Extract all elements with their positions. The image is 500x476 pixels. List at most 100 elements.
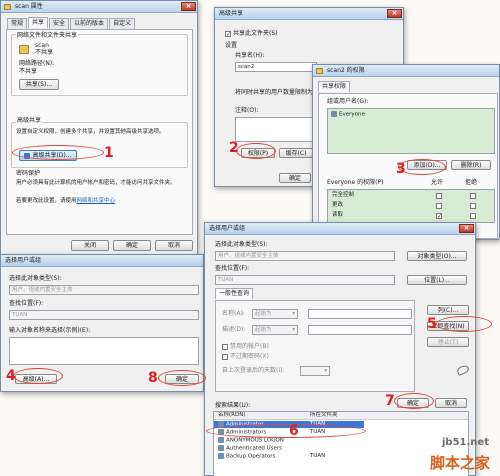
name-condition-select[interactable]: 起始为 ▾ bbox=[252, 309, 298, 319]
perm-row-name: 完全控制 bbox=[332, 192, 355, 198]
select-users-titlebar[interactable]: 选择用户或组 bbox=[1, 255, 203, 267]
allow-checkbox[interactable] bbox=[436, 203, 442, 209]
name-condition-value: 起始为 bbox=[255, 311, 272, 317]
share-name-label: 共享名(H): bbox=[235, 52, 265, 59]
item-status: 不共享 bbox=[35, 49, 54, 56]
step-4-number: 4 bbox=[6, 368, 16, 384]
comment-field[interactable] bbox=[235, 117, 317, 142]
deny-checkbox[interactable] bbox=[470, 213, 476, 219]
allow-header: 允许 bbox=[431, 179, 444, 186]
note-prefix: 若要更改此设置，请使用 bbox=[16, 198, 77, 204]
permissions-titlebar[interactable]: scan2 的权限 bbox=[313, 65, 499, 77]
settings-heading: 设置 bbox=[225, 42, 238, 49]
days-since-logon-select[interactable]: ▾ bbox=[300, 366, 330, 376]
table-row[interactable]: Authenticated Users bbox=[218, 445, 282, 453]
properties-window: scan 属性 × 常规 共享 安全 以前的版本 自定义 网络文件和文件夹共享 … bbox=[0, 0, 198, 258]
share-button[interactable]: 共享(S)... bbox=[19, 79, 59, 90]
non-expiring-password-checkbox[interactable]: 不过期密码(X) bbox=[222, 353, 269, 361]
advanced-select-title: 选择用户或组 bbox=[209, 225, 246, 232]
results-header bbox=[214, 412, 468, 420]
object-type-field: 用户、组或内置安全主体 bbox=[9, 285, 199, 295]
step-2-number: 2 bbox=[229, 140, 239, 156]
group-user-label: 组或用户名(G): bbox=[327, 98, 369, 105]
close-icon[interactable]: × bbox=[387, 9, 402, 18]
share-name-field[interactable]: scan2 bbox=[235, 62, 317, 72]
step-2-highlight bbox=[236, 143, 276, 159]
group-icon bbox=[218, 437, 224, 443]
tab-customize[interactable]: 自定义 bbox=[109, 18, 136, 29]
column-name-header[interactable]: 名称(RDN) bbox=[218, 412, 245, 419]
tab-share-permissions[interactable]: 共享权限 bbox=[318, 81, 351, 92]
table-row[interactable]: Backup Operators bbox=[218, 453, 275, 461]
name-query-input[interactable] bbox=[308, 309, 412, 319]
adv-location-label: 查找位置(F): bbox=[215, 265, 250, 272]
tab-general[interactable]: 常规 bbox=[7, 18, 28, 29]
permission-table: 完全控制 更改 读取 ✓ bbox=[327, 189, 495, 223]
description-condition-select[interactable]: 起始为 ▾ bbox=[252, 325, 298, 335]
name-label: 名称(A): bbox=[222, 310, 245, 317]
step-3-number: 3 bbox=[396, 161, 406, 177]
advanced-share-heading: 高级共享 bbox=[16, 117, 43, 125]
allow-checkbox[interactable] bbox=[436, 193, 442, 199]
password-protection-heading: 密码保护 bbox=[16, 170, 41, 177]
group-icon bbox=[218, 445, 224, 451]
close-icon[interactable]: × bbox=[181, 2, 196, 11]
cache-button[interactable]: 缓存(C) bbox=[279, 148, 313, 158]
tab-common-queries[interactable]: 一般性查询 bbox=[215, 288, 254, 299]
tab-security[interactable]: 安全 bbox=[49, 18, 70, 29]
deny-checkbox[interactable] bbox=[470, 203, 476, 209]
confirm-button[interactable]: 确定 bbox=[113, 240, 151, 251]
folder-icon bbox=[316, 68, 323, 74]
stop-button[interactable]: 停止(T) bbox=[427, 337, 469, 347]
table-row[interactable]: ANONYMOUS LOGON bbox=[218, 437, 284, 445]
tab-previous-versions[interactable]: 以前的版本 bbox=[70, 18, 109, 29]
query-icon bbox=[455, 364, 471, 376]
description-query-input[interactable] bbox=[308, 325, 412, 335]
names-input[interactable] bbox=[9, 337, 199, 365]
network-path-label: 网络路径(N): bbox=[19, 60, 55, 67]
object-types-button[interactable]: 对象类型(O)... bbox=[407, 251, 467, 261]
step-6-highlight bbox=[206, 424, 366, 438]
query-panel: 名称(A): 起始为 ▾ 描述(D): 起始为 ▾ 禁用的帐户(B) 不过期密码(X… bbox=[215, 300, 415, 392]
cancel-button[interactable]: 取消 bbox=[155, 240, 193, 251]
close-icon[interactable]: × bbox=[459, 224, 474, 233]
search-results-label: 搜索结果(U): bbox=[215, 402, 251, 409]
advanced-share-titlebar[interactable]: 高级共享 bbox=[215, 8, 403, 20]
permissions-window: scan2 的权限 共享权限 组或用户名(G): Everyone 添加(D).… bbox=[312, 64, 500, 240]
watermark-brand: 脚本之家 bbox=[430, 454, 491, 472]
network-share-heading: 网络文件和文件夹共享 bbox=[16, 32, 79, 40]
advanced-ok-button[interactable]: 确定 bbox=[279, 173, 311, 183]
password-protection-note: 若要更改此设置，请使用网络和共享中心 bbox=[16, 197, 115, 205]
group-user-list[interactable]: Everyone bbox=[327, 108, 495, 154]
adv-location-field: TUAN bbox=[215, 275, 395, 285]
columns-button[interactable]: 列(C)... bbox=[427, 305, 469, 315]
disabled-accounts-checkbox[interactable]: 禁用的帐户(B) bbox=[222, 343, 269, 351]
days-since-logon-label: 自上次登录后的天数(I): bbox=[222, 367, 285, 374]
network-center-link[interactable]: 网络和共享中心 bbox=[77, 198, 116, 204]
checkbox-icon bbox=[222, 353, 228, 360]
step-7-number: 7 bbox=[385, 393, 395, 409]
network-path-value: 不共享 bbox=[19, 68, 38, 75]
step-7-highlight bbox=[394, 393, 434, 409]
close-button[interactable]: 关闭 bbox=[71, 240, 109, 251]
adv-object-type-field: 用户、组或内置安全主体 bbox=[215, 251, 395, 261]
deny-checkbox[interactable] bbox=[470, 193, 476, 199]
allow-checkbox[interactable]: ✓ bbox=[436, 213, 442, 220]
advanced-select-titlebar[interactable]: 选择用户或组 bbox=[205, 223, 475, 235]
location-field: TUAN bbox=[9, 310, 199, 320]
sharing-panel: 网络文件和文件夹共享 scan 不共享 网络路径(N): 不共享 共享(S)..… bbox=[6, 29, 193, 235]
properties-titlebar[interactable]: scan 属性 bbox=[1, 1, 197, 13]
column-folder-header[interactable]: 所在文件夹 bbox=[310, 412, 338, 419]
query-tabs: 一般性查询 bbox=[215, 288, 254, 300]
locations-button[interactable]: 位置(L)... bbox=[407, 275, 467, 285]
advanced-cancel-button[interactable]: 取消 bbox=[435, 398, 467, 408]
users-icon bbox=[331, 111, 337, 117]
remove-button[interactable]: 删除(R) bbox=[451, 160, 491, 170]
step-1-number: 1 bbox=[104, 145, 114, 161]
tab-sharing[interactable]: 共享 bbox=[28, 17, 49, 28]
list-item[interactable]: Everyone bbox=[331, 111, 365, 119]
step-5-highlight bbox=[436, 316, 492, 332]
result-folder: TUAN bbox=[310, 453, 326, 459]
share-folder-checkbox[interactable]: ✓ 共享此文件夹(S) bbox=[225, 30, 278, 38]
folder-icon bbox=[4, 4, 11, 10]
